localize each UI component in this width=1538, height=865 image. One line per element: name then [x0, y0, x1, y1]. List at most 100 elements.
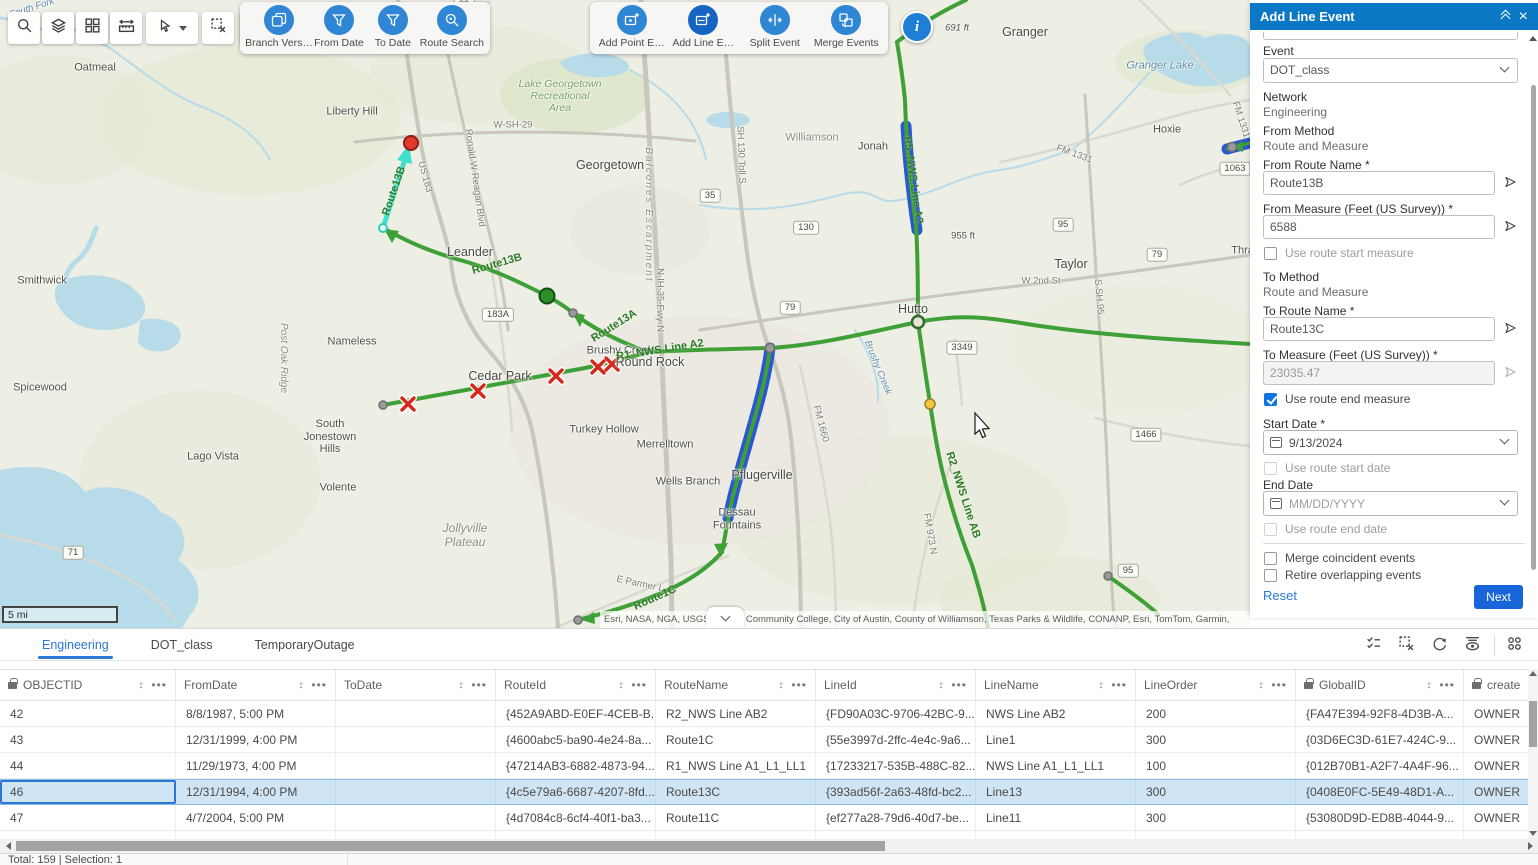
column-menu-icon[interactable]: ••• — [1271, 678, 1287, 692]
sort-icon[interactable]: ↕ — [298, 680, 303, 691]
next-button[interactable]: Next — [1474, 585, 1523, 609]
table-row[interactable]: 4411/29/1973, 4:00 PM{47214AB3-6882-4873… — [0, 753, 1538, 779]
merge-coincident-events-checkbox[interactable]: Merge coincident events — [1264, 551, 1415, 565]
sort-icon[interactable]: ↕ — [1426, 680, 1431, 691]
select-button[interactable] — [146, 12, 198, 44]
tab-temporaryoutage[interactable]: TemporaryOutage — [255, 629, 355, 661]
clear-selection-icon — [1398, 635, 1415, 657]
column-header-lineid[interactable]: LineId↕••• — [816, 670, 976, 700]
column-header-create[interactable]: create — [1464, 670, 1538, 700]
scroll-up-icon[interactable] — [1529, 671, 1537, 676]
table-collapse-tab[interactable] — [706, 607, 744, 628]
clear-table-selection-button[interactable] — [1393, 632, 1420, 659]
column-menu-icon[interactable]: ••• — [951, 678, 967, 692]
merge-events-button[interactable]: Merge Events — [813, 5, 879, 49]
table-row[interactable]: 4312/31/1999, 4:00 PM{4600abc5-ba90-4e24… — [0, 727, 1538, 753]
column-header-routename[interactable]: RouteName↕••• — [656, 670, 816, 700]
branch-versions-button[interactable]: Branch Vers… — [246, 5, 312, 49]
column-menu-icon[interactable]: ••• — [791, 678, 807, 692]
chevron-down-icon — [1500, 435, 1510, 445]
route-search-button[interactable]: Route Search — [420, 5, 484, 49]
column-header-lineorder[interactable]: LineOrder↕••• — [1136, 670, 1296, 700]
clear-selection-button[interactable] — [202, 12, 234, 44]
table-row[interactable]: 428/8/1987, 5:00 PM{452A9ABD-E0EF-4CEB-B… — [0, 701, 1538, 727]
sort-icon[interactable]: ↕ — [138, 680, 143, 691]
reset-button[interactable]: Reset — [1263, 588, 1297, 603]
sort-icon[interactable]: ↕ — [1098, 680, 1103, 691]
panel-scrollbar[interactable] — [1531, 85, 1536, 570]
end-date-input[interactable]: MM/DD/YYYY — [1263, 491, 1518, 516]
start-date-input[interactable]: 9/13/2024 — [1263, 430, 1518, 455]
column-menu-icon[interactable]: ••• — [631, 678, 647, 692]
column-header-linename[interactable]: LineName↕••• — [976, 670, 1136, 700]
to-date-button[interactable]: To Date — [366, 5, 420, 49]
column-menu-icon[interactable]: ••• — [151, 678, 167, 692]
red-point-marker[interactable] — [404, 136, 418, 150]
green-point-marker[interactable] — [540, 289, 555, 304]
scroll-down-icon[interactable] — [1529, 831, 1537, 836]
search-icon — [16, 17, 33, 39]
close-panel-button[interactable]: × — [1519, 9, 1528, 25]
add-line-event-button[interactable]: Add Line E… — [670, 5, 736, 49]
column-header-todate[interactable]: ToDate↕••• — [336, 670, 496, 700]
layers-button[interactable] — [42, 12, 74, 44]
from-measure-pick-on-map-button[interactable] — [1503, 219, 1519, 235]
from-date-button[interactable]: From Date — [312, 5, 366, 49]
column-menu-icon[interactable]: ••• — [1111, 678, 1127, 692]
show-selected-records-button[interactable] — [1360, 632, 1387, 659]
tab-engineering[interactable]: Engineering — [42, 629, 109, 661]
column-header-fromdate[interactable]: FromDate↕••• — [176, 670, 336, 700]
sort-icon[interactable]: ↕ — [778, 680, 783, 691]
split-event-button[interactable]: Split Event — [742, 5, 808, 49]
vertical-scroll-thumb[interactable] — [1529, 701, 1537, 747]
sort-icon[interactable]: ↕ — [458, 680, 463, 691]
merge-events-icon — [831, 5, 861, 35]
sort-icon[interactable]: ↕ — [1258, 680, 1263, 691]
to-route-pick-on-map-button[interactable] — [1503, 321, 1519, 337]
table-options-button[interactable] — [1501, 632, 1528, 659]
event-select[interactable]: DOT_class — [1263, 58, 1518, 83]
horizontal-scroll-thumb[interactable] — [16, 841, 885, 851]
basemap-grid-button[interactable] — [76, 12, 108, 44]
panel-scroll-up-arrow[interactable] — [1529, 36, 1537, 41]
column-header-globalid[interactable]: GlobalID↕••• — [1296, 670, 1464, 700]
from-measure-input[interactable]: 6588 — [1263, 215, 1495, 239]
table-row-selected[interactable]: 4612/31/1994, 4:00 PM{4c5e79a6-6687-4207… — [0, 779, 1538, 805]
to-measure-label: To Measure (Feet (US Survey)) * — [1263, 348, 1438, 362]
add-point-event-button[interactable]: Add Point E… — [599, 5, 665, 49]
column-menu-icon[interactable]: ••• — [311, 678, 327, 692]
info-button[interactable]: i — [901, 11, 933, 43]
scroll-right-icon — [1528, 842, 1533, 850]
table-row-clipped — [0, 831, 1538, 839]
refresh-button[interactable] — [1426, 632, 1453, 659]
search-button[interactable] — [8, 12, 40, 44]
to-route-name-input[interactable]: Route13C — [1263, 317, 1495, 341]
retire-overlapping-events-checkbox[interactable]: Retire overlapping events — [1264, 568, 1421, 582]
use-route-start-measure-checkbox[interactable]: Use route start measure — [1264, 246, 1414, 260]
select-cursor-icon — [158, 18, 174, 39]
column-header-objectid[interactable]: OBJECTID↕••• — [0, 670, 176, 700]
map-canvas[interactable]: Oatmeal Liberty Hill Smithwick Nameless … — [0, 0, 1250, 628]
from-route-name-input[interactable]: Route13B — [1263, 171, 1495, 195]
tab-dot-class[interactable]: DOT_class — [151, 629, 213, 661]
column-header-routeid[interactable]: RouteId↕••• — [496, 670, 656, 700]
table-horizontal-scrollbar[interactable] — [0, 839, 1538, 853]
measure-button[interactable] — [110, 12, 142, 44]
column-menu-icon[interactable]: ••• — [471, 678, 487, 692]
network-value: Engineering — [1263, 105, 1327, 119]
yellow-point-marker[interactable] — [925, 399, 935, 409]
scroll-right-button[interactable] — [1522, 839, 1538, 853]
from-route-pick-on-map-button[interactable] — [1503, 175, 1519, 191]
select-dropdown-caret[interactable] — [179, 26, 187, 31]
table-row[interactable]: 474/7/2004, 5:00 PM{4d7084c8-6cf4-40f1-b… — [0, 805, 1538, 831]
event-select-value: DOT_class — [1270, 63, 1329, 77]
sort-icon[interactable]: ↕ — [618, 680, 623, 691]
collapse-panel-button[interactable] — [1502, 11, 1509, 22]
table-vertical-scrollbar[interactable] — [1528, 669, 1538, 839]
column-menu-icon[interactable]: ••• — [1439, 678, 1455, 692]
sort-icon[interactable]: ↕ — [938, 680, 943, 691]
use-route-end-measure-checkbox[interactable]: Use route end measure — [1264, 392, 1410, 406]
visible-fields-button[interactable] — [1459, 632, 1486, 659]
panel-header: Add Line Event × — [1250, 3, 1538, 30]
scroll-left-button[interactable] — [0, 839, 16, 853]
